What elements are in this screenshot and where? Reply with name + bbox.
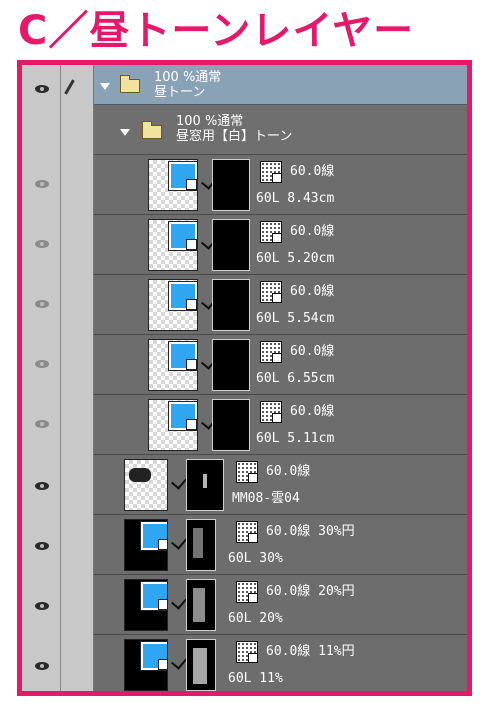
eye-icon[interactable] (35, 542, 49, 550)
layer-row[interactable]: 60.0線 60L 8.43cm (94, 155, 467, 215)
tone-setting-icon (260, 161, 282, 183)
link-icon (170, 653, 188, 670)
mask-thumbnail (186, 459, 224, 511)
layer-thumbnail (124, 459, 168, 511)
layer-row[interactable]: 60.0線 20%円 60L 20% (94, 575, 467, 635)
layer-thumbnail (148, 159, 198, 211)
eye-icon[interactable] (35, 180, 49, 188)
mask-detail (203, 474, 207, 488)
heading-text: C／昼トーンレイヤー (18, 8, 415, 54)
expand-triangle-icon[interactable] (100, 83, 110, 90)
mask-detail (193, 588, 205, 622)
mask-thumbnail (212, 279, 250, 331)
tone-setting-icon (236, 581, 258, 603)
tone-lines: 60.0線 (290, 224, 335, 239)
eye-icon[interactable] (35, 240, 49, 248)
eye-icon[interactable] (35, 360, 49, 368)
folder-icon (120, 75, 140, 93)
tone-setting-icon (236, 521, 258, 543)
layer-info: 60L 5.54cm (256, 311, 335, 326)
layer-row[interactable]: 60.0線 60L 5.11cm (94, 395, 467, 455)
layer-info: 60L 8.43cm (256, 191, 335, 206)
link-icon (170, 533, 188, 550)
mask-thumbnail (186, 639, 216, 691)
tone-layer-icon (141, 522, 167, 550)
layer-info: 60L 6.55cm (256, 371, 335, 386)
mask-thumbnail (186, 579, 216, 631)
layer-row[interactable]: 60.0線 MM08-雲04 (94, 455, 467, 515)
mask-thumbnail (212, 399, 250, 451)
mask-thumbnail (212, 339, 250, 391)
tone-layer-icon (141, 582, 167, 610)
layer-info: 60L 5.11cm (256, 431, 335, 446)
mask-thumbnail (186, 519, 216, 571)
tone-lines: 60.0線 (290, 284, 335, 299)
group-name: 昼トーン (154, 85, 206, 100)
visibility-column (22, 65, 61, 691)
tone-layer-icon (169, 282, 197, 310)
layer-info: 60L 5.20cm (256, 251, 335, 266)
layer-group-sub[interactable]: 100 %通常 昼窓用【白】トーン (94, 105, 467, 155)
layer-row[interactable]: 60.0線 60L 5.54cm (94, 275, 467, 335)
edit-column (61, 65, 94, 691)
cloud-image (129, 468, 151, 482)
mask-thumbnail (212, 159, 250, 211)
layer-thumbnail (148, 339, 198, 391)
eye-icon[interactable] (35, 662, 49, 670)
group-name: 昼窓用【白】トーン (176, 129, 293, 144)
tone-lines: 60.0線 (290, 344, 335, 359)
tone-lines: 60.0線 20%円 (266, 584, 355, 599)
layer-group-main[interactable]: 100 %通常 昼トーン (94, 65, 467, 105)
expand-triangle-icon[interactable] (120, 129, 130, 136)
layer-info: 60L 30% (228, 551, 283, 566)
layer-panel: 100 %通常 昼トーン 100 %通常 昼窓用【白】トーン 60.0線 60L… (17, 60, 472, 696)
tone-setting-icon (236, 461, 258, 483)
group-opacity: 100 %通常 (154, 70, 222, 85)
eye-icon[interactable] (35, 300, 49, 308)
tone-lines: 60.0線 (290, 164, 335, 179)
layer-thumbnail (124, 579, 168, 631)
tone-lines: 60.0線 30%円 (266, 524, 355, 539)
tone-layer-icon (141, 642, 167, 670)
link-icon (170, 593, 188, 610)
mask-detail (193, 528, 203, 558)
layer-info: 60L 20% (228, 611, 283, 626)
layer-thumbnail (148, 279, 198, 331)
mask-thumbnail (212, 219, 250, 271)
folder-icon (142, 121, 162, 139)
tone-setting-icon (260, 281, 282, 303)
eye-icon[interactable] (35, 602, 49, 610)
layer-thumbnail (148, 399, 198, 451)
tone-lines: 60.0線 (290, 404, 335, 419)
link-icon (170, 473, 188, 490)
page-heading: C／昼トーンレイヤー (18, 6, 488, 56)
mask-detail (193, 648, 207, 684)
tone-setting-icon (236, 641, 258, 663)
tone-setting-icon (260, 401, 282, 423)
layer-thumbnail (124, 639, 168, 691)
tone-lines: 60.0線 11%円 (266, 644, 355, 659)
layer-thumbnail (148, 219, 198, 271)
tone-setting-icon (260, 221, 282, 243)
layer-row[interactable]: 60.0線 60L 5.20cm (94, 215, 467, 275)
tone-lines: 60.0線 (266, 464, 311, 479)
tone-setting-icon (260, 341, 282, 363)
layer-info: 60L 11% (228, 671, 283, 686)
tone-layer-icon (169, 162, 197, 190)
tone-layer-icon (169, 402, 197, 430)
layer-info: MM08-雲04 (232, 491, 300, 506)
layer-thumbnail (124, 519, 168, 571)
eye-icon[interactable] (35, 420, 49, 428)
layer-row[interactable]: 60.0線 60L 6.55cm (94, 335, 467, 395)
eye-icon[interactable] (35, 482, 49, 490)
group-opacity: 100 %通常 (176, 114, 244, 129)
layer-row[interactable]: 60.0線 30%円 60L 30% (94, 515, 467, 575)
layer-row[interactable]: 60.0線 11%円 60L 11% (94, 635, 467, 691)
tone-layer-icon (169, 342, 197, 370)
tone-layer-icon (169, 222, 197, 250)
eye-icon[interactable] (35, 85, 49, 93)
